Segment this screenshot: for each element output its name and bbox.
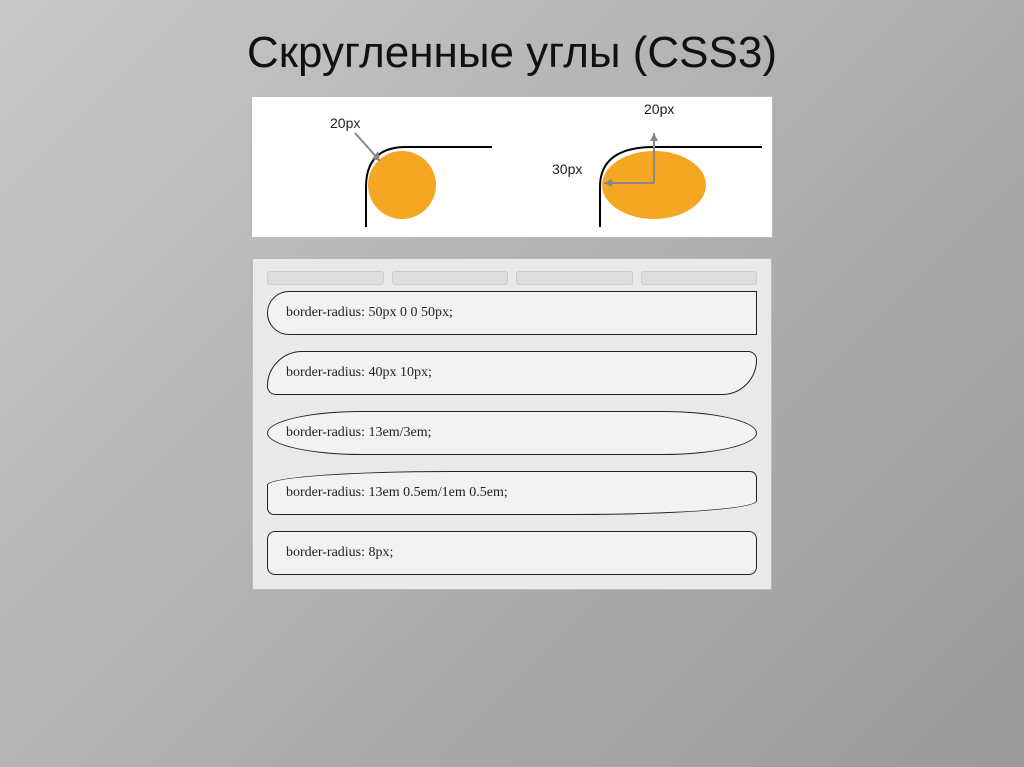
tab-placeholder <box>392 271 509 285</box>
example-box-50-0-0-50: border-radius: 50px 0 0 50px; <box>267 291 757 335</box>
border-radius-diagram: 20px 20px 30px <box>251 96 773 238</box>
diagram-label-left-20px: 20px <box>330 115 360 131</box>
diagram-label-right-20px: 20px <box>644 101 674 117</box>
vline-arrow-up <box>650 133 658 141</box>
example-box-13em-3em: border-radius: 13em/3em; <box>267 411 757 455</box>
example-box-40-10: border-radius: 40px 10px; <box>267 351 757 395</box>
example-box-8px: border-radius: 8px; <box>267 531 757 575</box>
tab-placeholder-row <box>267 271 757 283</box>
tab-placeholder <box>516 271 633 285</box>
examples-panel: border-radius: 50px 0 0 50px; border-rad… <box>252 258 772 590</box>
example-box-13em-05em-1em-05em: border-radius: 13em 0.5em/1em 0.5em; <box>267 471 757 515</box>
page-title: Скругленные углы (CSS3) <box>247 28 777 78</box>
tab-placeholder <box>641 271 758 285</box>
radius-circle-left <box>368 151 436 219</box>
diagram-label-right-30px: 30px <box>552 161 582 177</box>
tab-placeholder <box>267 271 384 285</box>
